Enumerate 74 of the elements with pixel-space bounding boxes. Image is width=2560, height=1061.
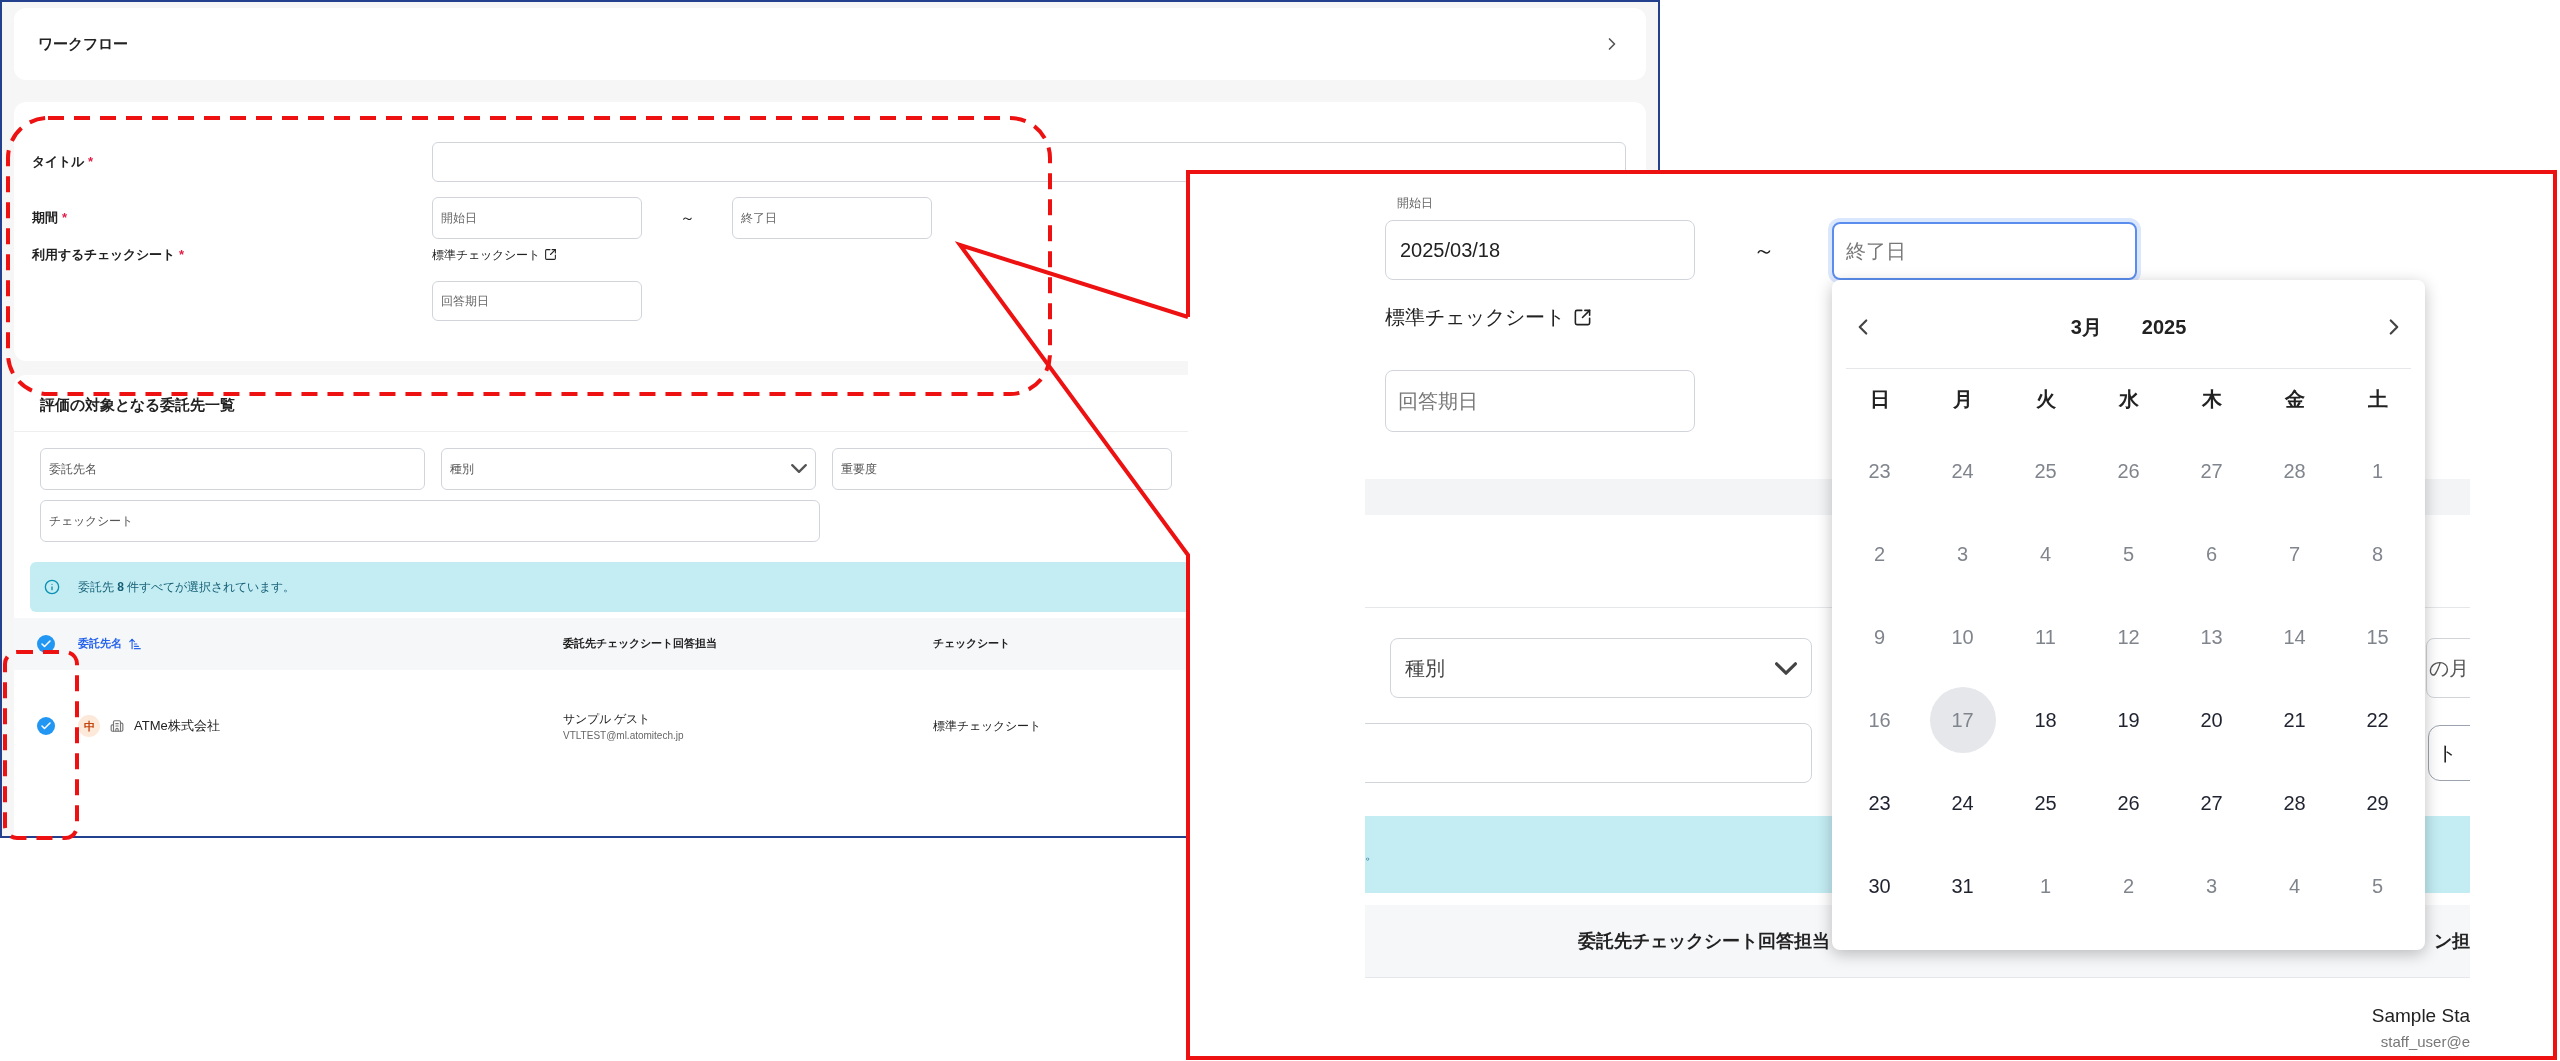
checkbox[interactable] bbox=[37, 717, 55, 735]
contact-email: VTLTEST@ml.atomitech.jp bbox=[563, 728, 685, 743]
column-header[interactable]: チェックシート bbox=[933, 635, 1010, 652]
contact-email: staff_user@e bbox=[2380, 1031, 2470, 1052]
start-date-label: 開始日 bbox=[1397, 195, 1434, 212]
banner-text: 委託先 8 件すべてが選択されています。 bbox=[78, 578, 296, 596]
filter-field[interactable]: チェックシート bbox=[40, 499, 820, 542]
required-mark: * bbox=[62, 209, 68, 228]
weekday-label: 火 bbox=[2035, 387, 2056, 412]
weekday-label: 土 bbox=[2367, 387, 2388, 412]
header-title: ワークフロー bbox=[38, 33, 128, 54]
due-date-field[interactable]: 回答期日 bbox=[1385, 370, 1695, 432]
checksheet-link[interactable]: 標準チェックシート bbox=[1385, 302, 1592, 332]
weekday-label: 日 bbox=[1869, 387, 1890, 412]
calendar-month: 3月 bbox=[2070, 315, 2102, 340]
vendor-name: ATMe株式会社 bbox=[134, 717, 220, 736]
chevron-down-icon bbox=[791, 464, 807, 473]
filter-field[interactable]: の月 bbox=[2426, 638, 2470, 698]
calendar-day[interactable]: 30 bbox=[1846, 852, 1913, 919]
weekday-label: 木 bbox=[2201, 387, 2222, 412]
calendar-day[interactable]: 19 bbox=[2095, 686, 2162, 753]
calendar-day[interactable]: 20 bbox=[2178, 686, 2245, 753]
required-mark: * bbox=[179, 246, 185, 264]
external-link-icon bbox=[1573, 307, 1592, 327]
check-icon bbox=[40, 720, 52, 732]
calendar-day[interactable]: 29 bbox=[2344, 769, 2411, 836]
column-header[interactable]: 委託先チェックシート回答担当 bbox=[563, 635, 717, 652]
external-link-icon bbox=[544, 248, 557, 262]
chevron-down-icon bbox=[1775, 661, 1797, 675]
filter-field[interactable]: 重要度 bbox=[832, 447, 1172, 490]
field-label: 期間 bbox=[32, 209, 58, 228]
sort-icon[interactable] bbox=[128, 636, 142, 651]
calendar-day[interactable]: 28 bbox=[2261, 769, 2328, 836]
action-button[interactable]: ト bbox=[2428, 725, 2470, 781]
filter-select[interactable]: 種別 bbox=[441, 447, 816, 490]
calendar-day[interactable]: 25 bbox=[2012, 769, 2079, 836]
due-date-field[interactable]: 回答期日 bbox=[432, 280, 642, 321]
priority-badge: 中 bbox=[78, 715, 100, 737]
calendar-day[interactable]: 21 bbox=[2261, 686, 2328, 753]
banner-text: 。 bbox=[1365, 845, 1378, 864]
calendar-day[interactable]: 27 bbox=[2178, 769, 2245, 836]
contact-name: サンプル ゲスト bbox=[563, 710, 652, 728]
weekday-label: 水 bbox=[2118, 387, 2139, 412]
calendar-day[interactable]: 24 bbox=[1929, 769, 1996, 836]
checkbox[interactable] bbox=[37, 634, 55, 653]
range-separator: ～ bbox=[1751, 236, 1776, 265]
start-date-field[interactable]: 2025/03/18 bbox=[1385, 220, 1695, 280]
calendar-day[interactable]: 18 bbox=[2012, 686, 2079, 753]
calendar-day[interactable]: 22 bbox=[2344, 686, 2411, 753]
range-separator: ～ bbox=[678, 207, 696, 228]
weekday-label: 金 bbox=[2284, 387, 2305, 412]
column-header[interactable]: 委託先名 bbox=[78, 635, 122, 652]
required-mark: * bbox=[88, 153, 94, 172]
calendar-year: 2025 bbox=[2141, 315, 2187, 340]
checksheet-link[interactable]: 標準チェックシート bbox=[432, 245, 557, 264]
checksheet-name: 標準チェックシート bbox=[933, 718, 1041, 735]
info-icon bbox=[44, 578, 60, 595]
calendar-day[interactable]: 23 bbox=[1846, 769, 1913, 836]
contact-name: Sample Sta bbox=[2371, 1004, 2470, 1028]
field-label: タイトル bbox=[32, 153, 84, 172]
check-icon bbox=[40, 637, 52, 650]
calendar-day[interactable]: 31 bbox=[1929, 852, 1996, 919]
filter-select[interactable]: 種別 bbox=[1390, 638, 1812, 698]
start-date-field[interactable]: 開始日 bbox=[432, 197, 642, 239]
calendar-day[interactable]: 26 bbox=[2095, 769, 2162, 836]
building-icon bbox=[110, 719, 124, 733]
field-label: 利用するチェックシート bbox=[32, 246, 175, 264]
filter-field[interactable]: 委託先名 bbox=[40, 447, 425, 490]
column-header[interactable]: 委託先チェックシート回答担当 bbox=[1578, 927, 1830, 955]
workflow-header[interactable]: ワークフロー bbox=[14, 8, 1646, 80]
column-header[interactable]: ン担 bbox=[2434, 927, 2470, 955]
section-title: 評価の対象となる委託先一覧 bbox=[40, 395, 235, 413]
filter-field[interactable] bbox=[1365, 723, 1812, 783]
weekday-label: 月 bbox=[1952, 387, 1973, 412]
